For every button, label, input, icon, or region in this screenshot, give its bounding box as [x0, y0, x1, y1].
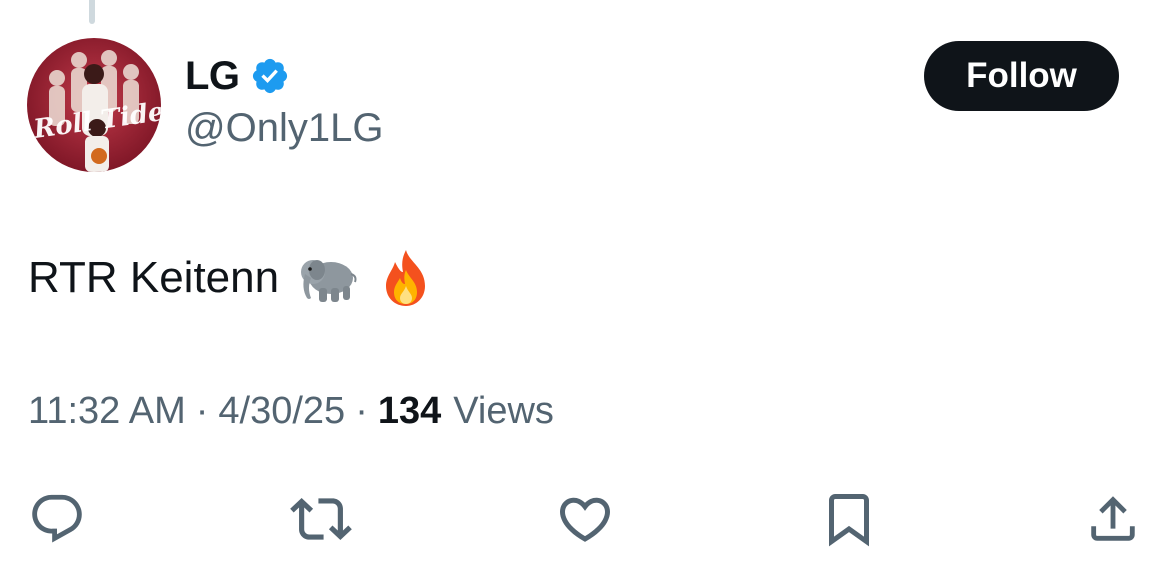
follow-button[interactable]: Follow: [924, 41, 1119, 111]
fire-emoji: [379, 248, 433, 308]
meta-separator: ·: [195, 390, 209, 432]
tweet-meta: 11:32 AM · 4/30/25 · 134 Views: [28, 390, 554, 433]
bookmark-button[interactable]: [817, 487, 881, 551]
retweet-button[interactable]: [289, 487, 353, 551]
heart-icon: [559, 497, 611, 542]
reply-icon: [32, 494, 82, 543]
retweet-icon: [290, 498, 352, 540]
like-button[interactable]: [553, 487, 617, 551]
avatar[interactable]: Roll Tide: [27, 38, 161, 172]
elephant-emoji: [299, 250, 359, 306]
tweet-time[interactable]: 11:32 AM: [28, 390, 186, 433]
tweet-date[interactable]: 4/30/25: [218, 390, 345, 433]
thread-connector-line: [89, 0, 95, 24]
views-count: 134: [377, 390, 442, 432]
bookmark-icon: [829, 494, 869, 547]
tweet-body: RTR Keitenn: [28, 248, 433, 308]
reply-button[interactable]: [25, 487, 89, 551]
author-handle[interactable]: @Only1LG: [185, 106, 383, 151]
author-name-row: LG: [185, 52, 290, 100]
share-icon: [1091, 496, 1135, 541]
verified-badge-icon: [250, 56, 290, 96]
meta-separator: ·: [355, 390, 368, 432]
share-button[interactable]: [1081, 487, 1145, 551]
display-name[interactable]: LG: [185, 54, 240, 99]
tweet-text: RTR Keitenn: [28, 253, 280, 302]
views-label: Views: [453, 390, 554, 432]
